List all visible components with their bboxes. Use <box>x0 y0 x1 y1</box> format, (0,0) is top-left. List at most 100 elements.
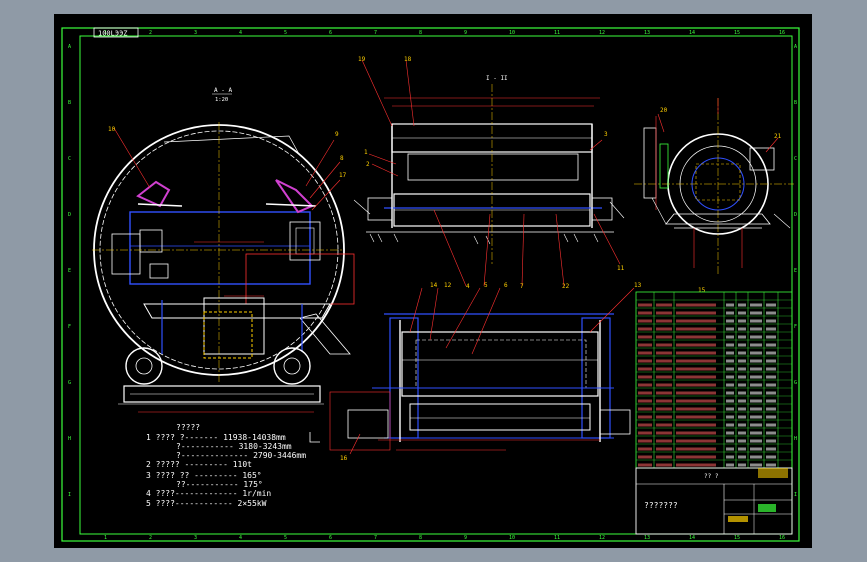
part-11: 11 <box>617 265 625 272</box>
drawing-viewport[interactable]: AABBCCDDEEFFGGHHII 1 1 2 2 3 3 4 4 5 5 6 6 7 7 8 8 9 9 10 1… <box>54 14 812 548</box>
parts-cell-mark <box>676 343 716 347</box>
parts-cell-mark <box>726 423 734 427</box>
border-number-bottom: 2 <box>149 535 152 541</box>
part-21: 21 <box>774 133 782 140</box>
parts-cell-mark <box>676 399 716 403</box>
side-view: 20 21 15 <box>634 98 794 294</box>
parts-cell-mark <box>656 391 672 395</box>
parts-cell-mark <box>676 407 716 411</box>
border-number-top: 6 <box>329 30 332 36</box>
parts-cell-mark <box>738 359 746 363</box>
parts-cell-mark <box>656 359 672 363</box>
part-8: 8 <box>340 155 344 162</box>
border-number-top: 16 <box>779 30 785 36</box>
border-number-top: 7 <box>374 30 377 36</box>
parts-cell-mark <box>750 335 762 339</box>
border-letter-right: G <box>794 380 797 386</box>
part-7: 7 <box>520 283 524 290</box>
parts-cell-mark <box>738 407 746 411</box>
parts-cell-mark <box>676 447 716 451</box>
parts-cell-mark <box>766 407 776 411</box>
parts-cell-mark <box>638 327 652 331</box>
parts-cell-mark <box>766 415 776 419</box>
parts-cell-mark <box>766 463 776 467</box>
parts-cell-mark <box>766 327 776 331</box>
parts-cell-mark <box>766 431 776 435</box>
parts-cell-mark <box>766 311 776 315</box>
specs-line-3: 3 ???? ?? --------- 165° <box>146 471 262 480</box>
part-6: 6 <box>504 282 508 289</box>
border-letter-left: F <box>68 324 71 330</box>
border-letter-right: F <box>794 324 797 330</box>
parts-cell-mark <box>766 359 776 363</box>
parts-cell-mark <box>676 319 716 323</box>
parts-cell-mark <box>750 415 762 419</box>
parts-cell-mark <box>738 431 746 435</box>
parts-cell-mark <box>738 439 746 443</box>
part-13: 13 <box>634 282 642 289</box>
parts-cell-mark <box>656 367 672 371</box>
part-14: 14 <box>430 282 438 289</box>
parts-cell-mark <box>738 303 746 307</box>
parts-cell-mark <box>750 447 762 451</box>
parts-cell-mark <box>638 423 652 427</box>
parts-cell-mark <box>726 359 734 363</box>
parts-cell-mark <box>766 335 776 339</box>
parts-cell-mark <box>738 455 746 459</box>
border-letter-right: I <box>794 492 797 498</box>
technical-specs: ????? 1 ???? ?------- 11938-14038mm ?---… <box>146 423 306 508</box>
parts-cell-mark <box>766 399 776 403</box>
parts-cell-mark <box>638 415 652 419</box>
border-number-top: 10 <box>509 30 515 36</box>
parts-cell-mark <box>638 383 652 387</box>
border-number-bottom: 4 <box>239 535 242 541</box>
view-label: I - II <box>486 75 508 82</box>
parts-cell-mark <box>750 391 762 395</box>
part-10: 10 <box>108 126 116 133</box>
border-number-bottom: 10 <box>509 535 515 541</box>
border-letter-left: C <box>68 156 71 162</box>
parts-cell-mark <box>750 367 762 371</box>
parts-cell-mark <box>726 343 734 347</box>
parts-cell-mark <box>638 303 652 307</box>
parts-cell-mark <box>638 391 652 395</box>
parts-cell-mark <box>676 311 716 315</box>
specs-line-2: 2 ????? --------- 110t <box>146 460 252 469</box>
border-number-top: 11 <box>554 30 560 36</box>
parts-cell-mark <box>750 303 762 307</box>
parts-cell-mark <box>766 303 776 307</box>
border-letter-left: E <box>68 268 71 274</box>
part-17: 17 <box>339 172 347 179</box>
parts-cell-mark <box>750 431 762 435</box>
parts-cell-mark <box>766 447 776 451</box>
border-number-bottom: 6 <box>329 535 332 541</box>
parts-cell-mark <box>656 311 672 315</box>
border-letter-right: D <box>794 212 797 218</box>
parts-cell-mark <box>676 359 716 363</box>
parts-cell-mark <box>726 447 734 451</box>
parts-cell-mark <box>726 367 734 371</box>
border-letter-left: I <box>68 492 71 498</box>
part-19: 19 <box>358 56 366 63</box>
parts-cell-mark <box>676 351 716 355</box>
part-5: 5 <box>484 282 488 289</box>
parts-cell-mark <box>750 319 762 323</box>
parts-cell-mark <box>738 391 746 395</box>
parts-cell-mark <box>738 415 746 419</box>
title-name: ??????? <box>644 501 678 510</box>
inner-frame-hidden <box>129 211 311 285</box>
parts-cell-mark <box>638 343 652 347</box>
border-number-bottom: 12 <box>599 535 605 541</box>
border-letter-left: G <box>68 380 71 386</box>
plan-view: 14 12 5 6 13 16 <box>329 282 642 462</box>
parts-cell-mark <box>638 455 652 459</box>
left-roller <box>125 347 163 385</box>
parts-cell-mark <box>726 319 734 323</box>
parts-cell-mark <box>638 439 652 443</box>
parts-cell-mark <box>726 383 734 387</box>
border-number-top: 4 <box>239 30 242 36</box>
border-letter-left: H <box>68 436 71 442</box>
specs-line-1: 1 ???? ?------- 11938-14038mm <box>146 433 286 442</box>
border-number-top: 2 <box>149 30 152 36</box>
part-15: 15 <box>698 287 706 294</box>
